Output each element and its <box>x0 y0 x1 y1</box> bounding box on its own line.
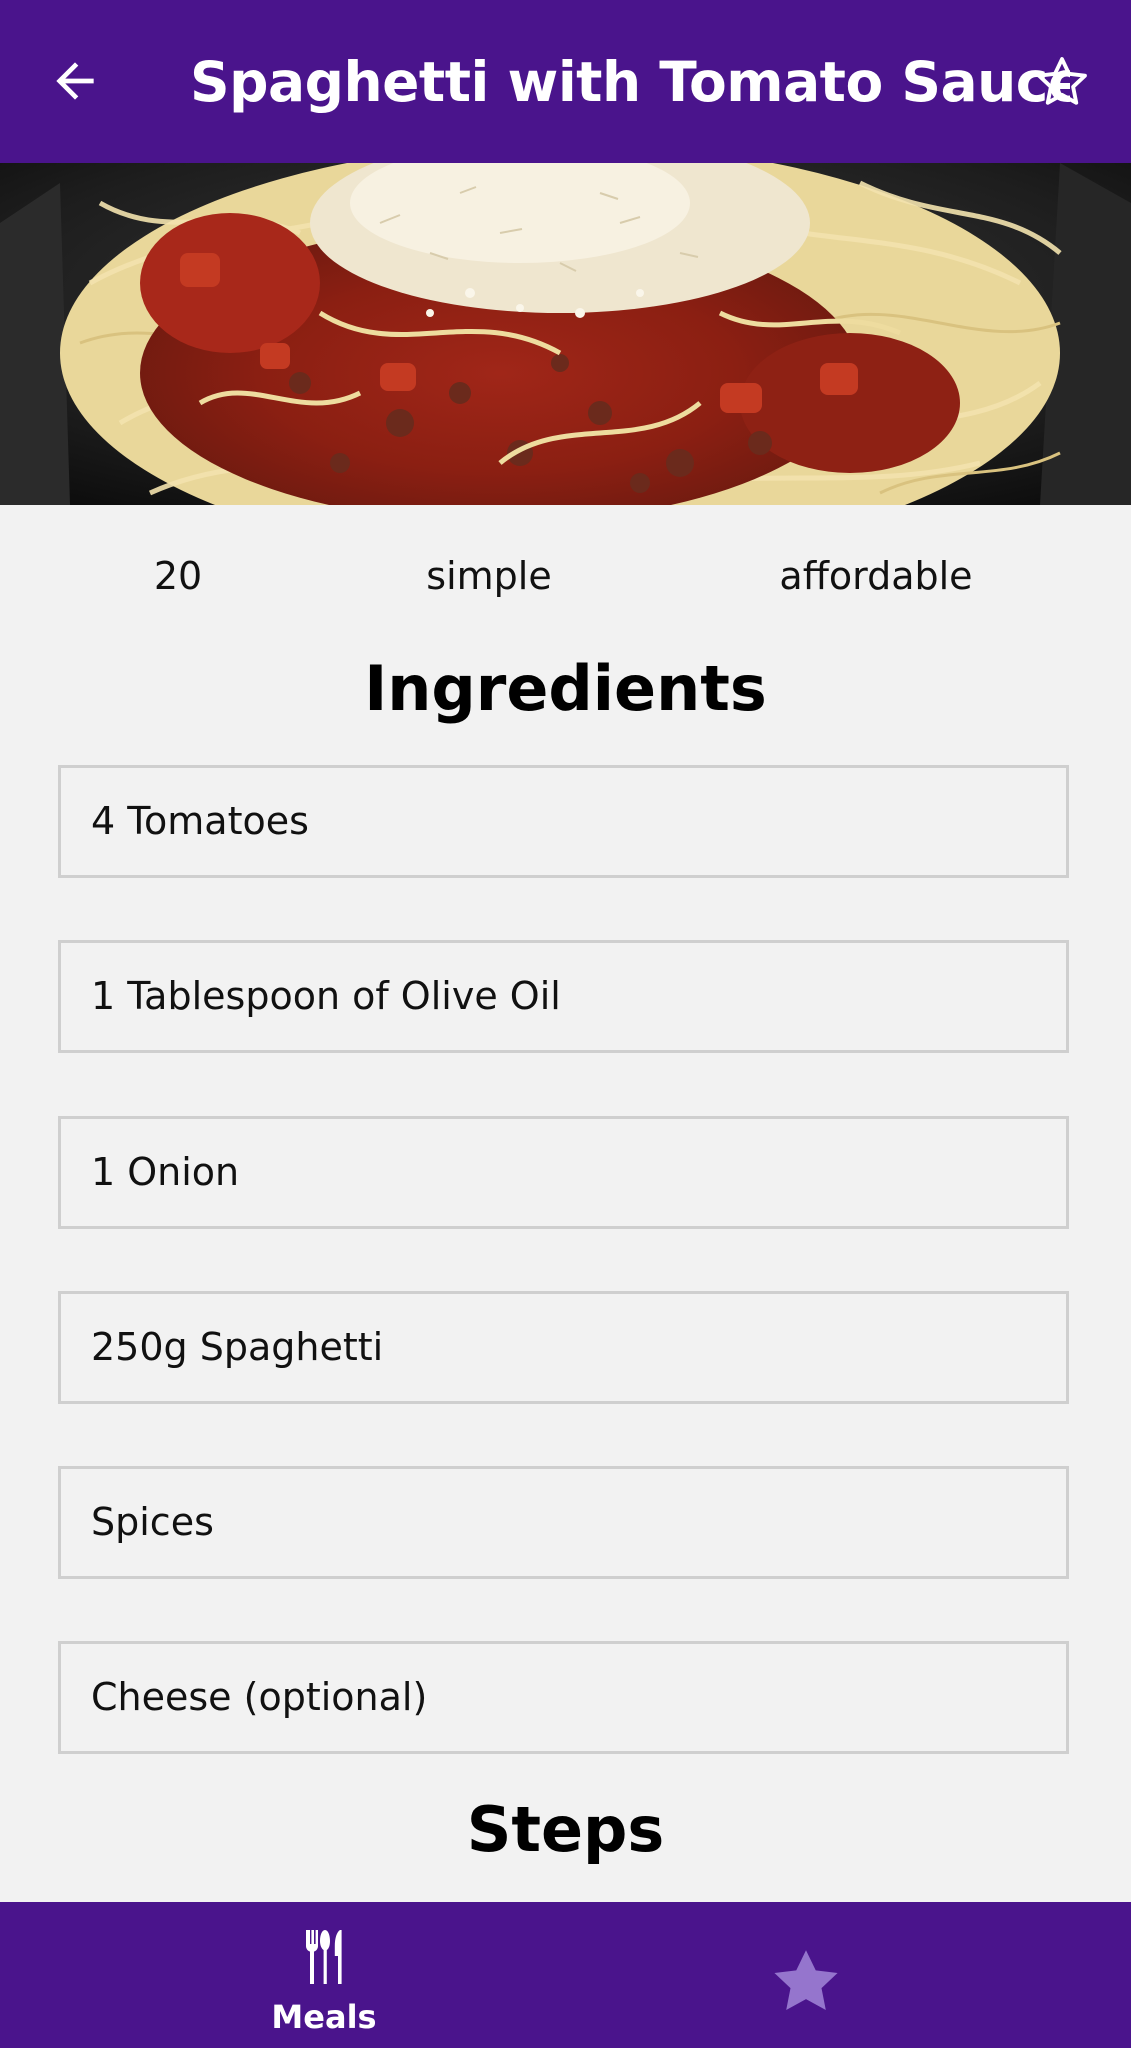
app-bar: Spaghetti with Tomato Sauce <box>0 0 1131 163</box>
arrow-left-icon <box>56 62 94 100</box>
star-icon <box>774 1950 838 2010</box>
tab-meals[interactable]: Meals <box>174 1902 474 2048</box>
favorite-button[interactable] <box>1028 48 1096 116</box>
ingredient-item: Cheese (optional) <box>58 1641 1069 1754</box>
ingredient-item: 1 Tablespoon of Olive Oil <box>58 940 1069 1053</box>
ingredient-item: Spices <box>58 1466 1069 1579</box>
meal-complexity: simple <box>426 554 552 598</box>
back-button[interactable] <box>40 46 110 116</box>
meal-affordability: affordable <box>779 554 973 598</box>
tab-favorites[interactable] <box>656 1902 956 2048</box>
meal-image <box>0 163 1131 505</box>
meal-duration: 20 <box>153 554 203 598</box>
steps-title: Steps <box>466 1793 665 1866</box>
tab-meals-label: Meals <box>271 1998 377 2036</box>
star-outline-icon <box>1037 57 1087 105</box>
ingredient-item: 4 Tomatoes <box>58 765 1069 878</box>
ingredient-item: 1 Onion <box>58 1116 1069 1229</box>
ingredients-title: Ingredients <box>364 652 767 725</box>
ingredient-item: 250g Spaghetti <box>58 1291 1069 1404</box>
meal-detail-screen: Spaghetti with Tomato Sauce 20 simple af… <box>0 0 1131 2048</box>
utensils-icon <box>306 1930 342 1984</box>
bottom-tab-bar: Meals <box>0 1902 1131 2048</box>
page-title: Spaghetti with Tomato Sauce <box>190 50 1070 114</box>
meal-meta-row: 20 simple affordable <box>0 540 1131 610</box>
